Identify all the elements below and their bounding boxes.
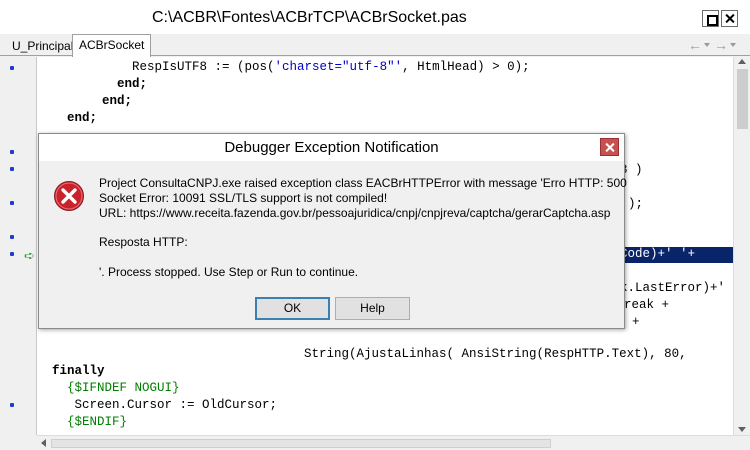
forward-arrow-icon[interactable]: → (714, 37, 728, 53)
back-dropdown-icon[interactable] (704, 43, 710, 47)
code-line: {$ENDIF} (52, 415, 128, 429)
scroll-left-icon[interactable] (41, 439, 46, 447)
code-line: end; (72, 94, 133, 108)
code-line: RespIsUTF8 := (pos('charset="utf-8"', Ht… (72, 60, 530, 74)
ok-button[interactable]: OK (255, 297, 330, 320)
execution-point-arrow-icon: ➪ (24, 248, 35, 263)
window-title: C:\ACBR\Fontes\ACBrTCP\ACBrSocket.pas (152, 9, 467, 26)
line-marker-icon (10, 66, 14, 70)
line-marker-icon (10, 235, 14, 239)
code-line: String(AjustaLinhas( AnsiString(RespHTTP… (154, 347, 687, 361)
line-marker-icon (10, 403, 14, 407)
code-line: k.LastError)+' (620, 281, 726, 295)
error-message-line: Resposta HTTP: (99, 235, 188, 249)
code-line: end; (52, 111, 98, 125)
scroll-thumb[interactable] (51, 439, 551, 448)
scroll-up-icon[interactable] (738, 59, 746, 64)
tab-u-principal[interactable]: U_Principal (6, 37, 81, 56)
code-line: reak + (624, 298, 670, 312)
close-button[interactable] (721, 10, 738, 27)
code-line: finally (52, 364, 105, 378)
restore-button[interactable] (702, 10, 719, 27)
code-line: ); (628, 197, 644, 211)
scroll-down-icon[interactable] (738, 427, 746, 432)
forward-dropdown-icon[interactable] (730, 43, 736, 47)
line-marker-icon (10, 167, 14, 171)
code-line: {$IFNDEF NOGUI} (52, 381, 180, 395)
code-line: + (632, 315, 640, 329)
debugger-exception-dialog: Debugger Exception Notification Project … (38, 133, 627, 329)
help-button[interactable]: Help (335, 297, 410, 320)
scroll-thumb[interactable] (737, 69, 748, 129)
vertical-scrollbar[interactable] (733, 57, 750, 435)
code-line: end; (72, 77, 148, 91)
line-marker-icon (10, 252, 14, 256)
window-title-bar: C:\ACBR\Fontes\ACBrTCP\ACBrSocket.pas (0, 0, 750, 34)
error-icon (54, 181, 84, 211)
tab-acbrsocket[interactable]: ACBrSocket (72, 34, 152, 57)
dialog-close-button[interactable] (600, 138, 619, 156)
code-line-highlighted: Code)+' '+ (620, 247, 733, 263)
error-message-line: '. Process stopped. Use Step or Run to c… (99, 265, 359, 279)
editor-gutter[interactable]: ➪ (0, 57, 37, 435)
code-line: Screen.Cursor := OldCursor; (52, 398, 278, 412)
error-message-line: URL: https://www.receita.fazenda.gov.br/… (99, 206, 611, 220)
dialog-title-bar: Debugger Exception Notification (39, 134, 624, 161)
line-marker-icon (10, 201, 14, 205)
error-message-line: Socket Error: 10091 SSL/TLS support is n… (99, 191, 388, 205)
back-arrow-icon[interactable]: ← (688, 37, 702, 53)
horizontal-scrollbar[interactable] (37, 435, 750, 450)
line-marker-icon (10, 150, 14, 154)
dialog-title: Debugger Exception Notification (224, 139, 439, 156)
error-message-line: Project ConsultaCNPJ.exe raised exceptio… (99, 176, 627, 190)
editor-tab-strip: U_Principal ACBrSocket ← → (0, 34, 750, 57)
